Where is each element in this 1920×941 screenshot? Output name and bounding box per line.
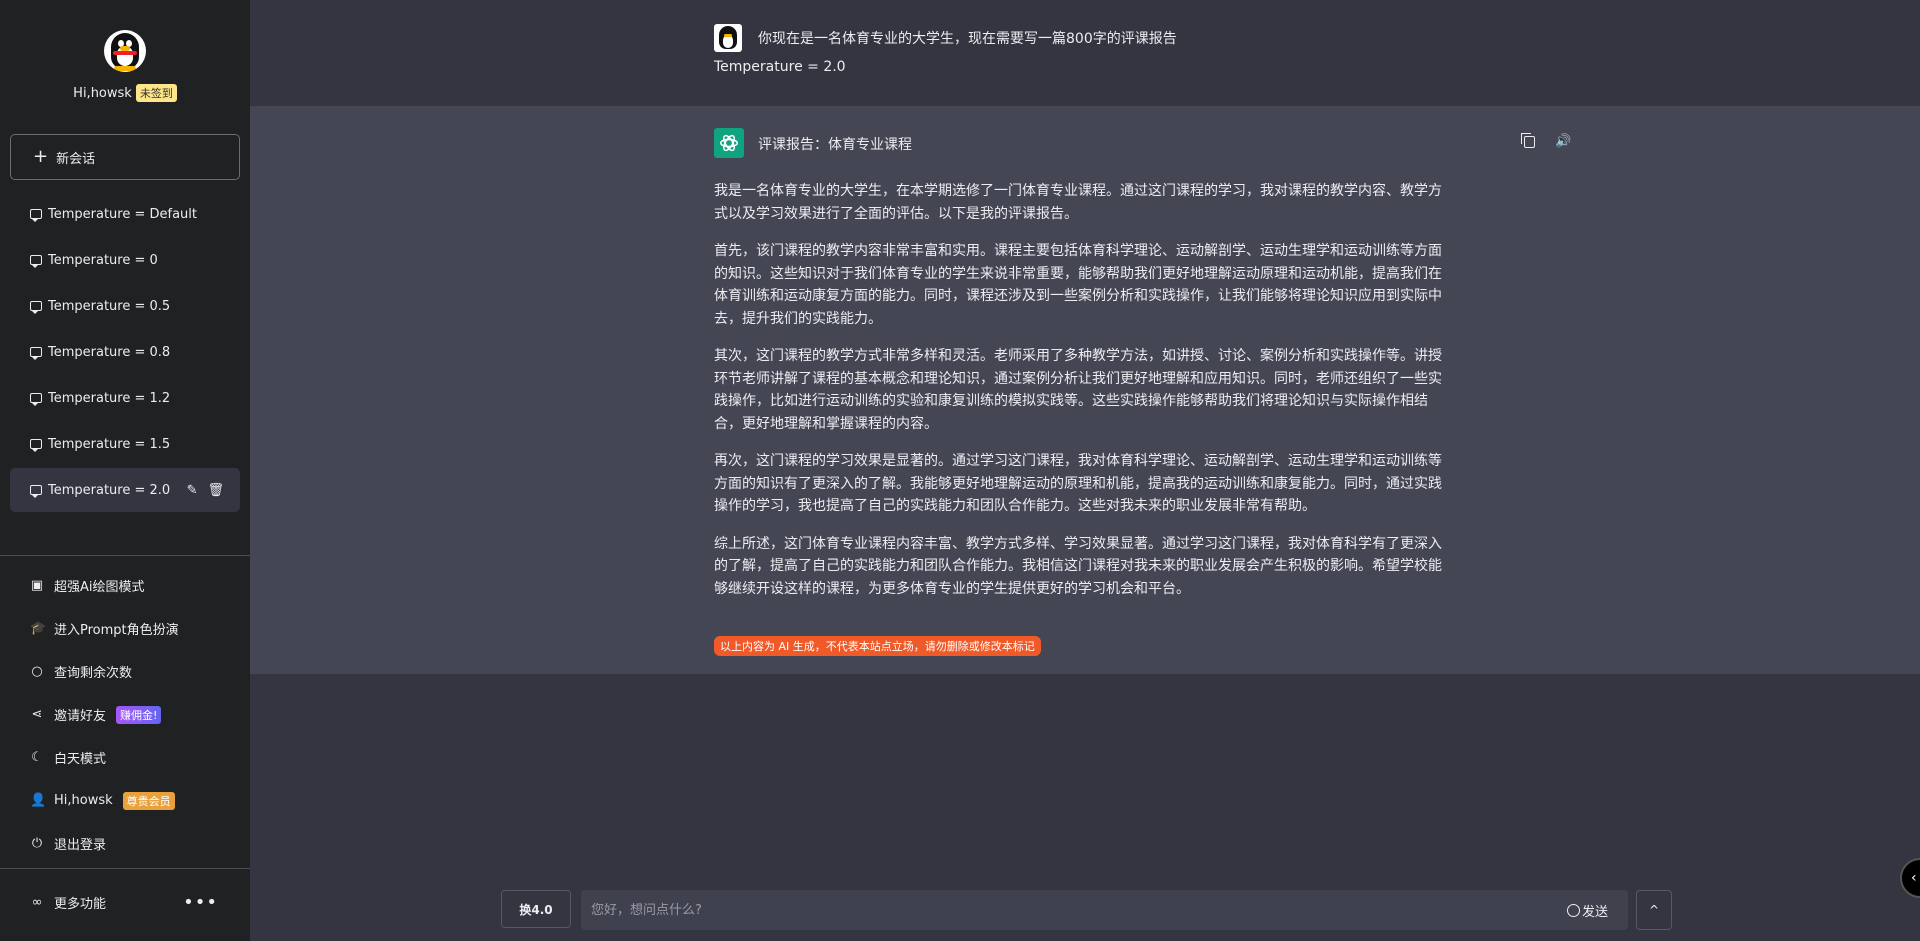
menu-label: 超强Ai绘图模式 — [54, 580, 145, 595]
sidebar: Hi,howsk 未签到 + 新会话 Temperature = Default… — [0, 0, 250, 941]
menu-item-invite[interactable]: ⋖ 邀请好友 赚佣金! — [0, 693, 250, 736]
input-bar: 换4.0 发送 ^ — [250, 890, 1920, 932]
link-icon: ∞ — [31, 894, 43, 910]
sidebar-menu: ▣ 超强Ai绘图模式 🎓 进入Prompt角色扮演 ○ 查询剩余次数 ⋖ 邀请好… — [0, 564, 250, 865]
switch-model-button[interactable]: 换4.0 — [501, 890, 571, 928]
sidebar-divider — [0, 868, 250, 869]
conversation-item[interactable]: Temperature = 1.5 — [10, 422, 240, 466]
assistant-body: 我是一名体育专业的大学生，在本学期选修了一门体育专业课程。通过这门课程的学习，我… — [714, 180, 1454, 615]
conversation-item[interactable]: Temperature = Default — [10, 192, 240, 236]
trash-icon[interactable]: 🗑 — [207, 483, 224, 498]
speaker-icon[interactable]: 🔊 — [1555, 134, 1571, 149]
avatar[interactable] — [104, 30, 146, 72]
menu-label: Hi,howsk — [54, 793, 113, 808]
assistant-paragraph: 其次，这门课程的教学方式非常多样和灵活。老师采用了多种教学方法，如讲授、讨论、案… — [714, 348, 1442, 432]
input-wrapper: 发送 — [581, 890, 1628, 930]
assistant-paragraph: 首先，该门课程的教学内容非常丰富和实用。课程主要包括体育科学理论、运动解剖学、运… — [714, 243, 1442, 327]
conversation-item[interactable]: Temperature = 0.5 — [10, 284, 240, 328]
menu-label: 查询剩余次数 — [54, 666, 133, 681]
scroll-up-button[interactable]: ^ — [1636, 890, 1672, 930]
copy-icon[interactable] — [1521, 133, 1535, 148]
send-icon — [1566, 904, 1580, 917]
share-icon: ⋖ — [31, 707, 43, 722]
conversation-label: Temperature = 1.5 — [48, 436, 171, 452]
chat-bubble-icon — [30, 439, 42, 452]
send-button[interactable]: 发送 — [1566, 901, 1608, 920]
menu-item-daymode[interactable]: ☾ 白天模式 — [0, 736, 250, 779]
conversation-label: Temperature = 0 — [48, 252, 158, 268]
conversation-label: Temperature = 0.5 — [48, 298, 171, 314]
conversation-label: Temperature = 2.0 — [48, 482, 171, 498]
menu-item-user[interactable]: 👤 Hi,howsk 尊贵会员 — [0, 779, 250, 822]
profile: Hi,howsk 未签到 — [0, 30, 250, 102]
conversation-item-active[interactable]: Temperature = 2.0 ✎ 🗑 — [10, 468, 240, 512]
chevron-up-icon: ^ — [1648, 903, 1660, 917]
new-chat-label: 新会话 — [56, 151, 96, 167]
openai-logo-icon — [714, 128, 744, 158]
conversation-item[interactable]: Temperature = 0 — [10, 238, 240, 282]
conversation-item[interactable]: Temperature = 0.8 — [10, 330, 240, 374]
menu-item-prompt[interactable]: 🎓 进入Prompt角色扮演 — [0, 607, 250, 650]
chat-input[interactable] — [591, 890, 1571, 930]
user-message: 你现在是一名体育专业的大学生，现在需要写一篇800字的评课报告 Temperat… — [250, 0, 1920, 106]
chat-bubble-icon — [30, 485, 42, 498]
conversation-actions: ✎ 🗑 — [187, 483, 224, 498]
chat-bubble-icon — [30, 347, 42, 360]
menu-label: 进入Prompt角色扮演 — [54, 623, 179, 638]
assistant-title: 评课报告：体育专业课程 — [758, 137, 912, 153]
greeting: Hi,howsk 未签到 — [0, 84, 250, 102]
moon-icon: ☾ — [31, 750, 43, 765]
more-features-button[interactable]: ∞ 更多功能 ••• — [0, 882, 250, 922]
assistant-paragraph: 综上所述，这门体育专业课程内容丰富、教学方式多样、学习效果显著。通过学习这门课程… — [714, 535, 1442, 597]
conversation-label: Temperature = 0.8 — [48, 344, 171, 360]
send-label: 发送 — [1581, 905, 1608, 920]
user-prompt-subtext: Temperature = 2.0 — [714, 59, 846, 75]
conversation-list: Temperature = Default Temperature = 0 Te… — [10, 192, 240, 514]
assistant-message: 评课报告：体育专业课程 🔊 我是一名体育专业的大学生，在本学期选修了一门体育专业… — [250, 106, 1920, 674]
message-tools: 🔊 — [1521, 133, 1571, 149]
chat-main: 你现在是一名体育专业的大学生，现在需要写一篇800字的评课报告 Temperat… — [250, 0, 1920, 941]
assistant-paragraph: 再次，这门课程的学习效果是显著的。通过学习这门课程，我对体育科学理论、运动解剖学… — [714, 453, 1442, 514]
chat-bubble-icon — [30, 393, 42, 406]
menu-item-draw[interactable]: ▣ 超强Ai绘图模式 — [0, 564, 250, 607]
plus-icon: + — [33, 146, 49, 167]
conversation-label: Temperature = Default — [48, 206, 198, 222]
checkin-badge[interactable]: 未签到 — [135, 84, 177, 102]
chat-bubble-icon — [30, 255, 42, 268]
conversation-label: Temperature = 1.2 — [48, 390, 171, 406]
new-chat-button[interactable]: + 新会话 — [10, 134, 240, 180]
menu-label: 邀请好友 — [54, 709, 107, 724]
menu-item-query[interactable]: ○ 查询剩余次数 — [0, 650, 250, 693]
user-avatar — [714, 24, 742, 52]
image-icon: ▣ — [30, 578, 44, 593]
menu-item-logout[interactable]: ⏻ 退出登录 — [0, 822, 250, 865]
greeting-text: Hi,howsk — [73, 85, 132, 101]
menu-label: 退出登录 — [54, 838, 107, 853]
more-dots-icon[interactable]: ••• — [183, 892, 218, 913]
sidebar-divider — [0, 555, 250, 556]
assistant-paragraph: 我是一名体育专业的大学生，在本学期选修了一门体育专业课程。通过这门课程的学习，我… — [714, 183, 1442, 222]
conversation-item[interactable]: Temperature = 1.2 — [10, 376, 240, 420]
search-icon: ○ — [31, 664, 43, 679]
user-icon: 👤 — [30, 793, 47, 808]
vip-badge: 尊贵会员 — [122, 791, 175, 810]
user-prompt-text: 你现在是一名体育专业的大学生，现在需要写一篇800字的评课报告 — [758, 31, 1177, 47]
menu-label: 白天模式 — [54, 752, 107, 767]
invite-badge: 赚佣金! — [116, 705, 162, 724]
chat-bubble-icon — [30, 301, 42, 314]
chevron-left-icon: ‹ — [1911, 870, 1917, 886]
edit-icon[interactable]: ✎ — [187, 483, 198, 498]
more-label: 更多功能 — [54, 896, 107, 912]
ai-disclaimer-badge: 以上内容为 AI 生成，不代表本站点立场，请勿删除或修改本标记 — [714, 636, 1041, 656]
power-icon: ⏻ — [31, 836, 43, 851]
graduation-cap-icon: 🎓 — [30, 621, 47, 636]
chat-bubble-icon — [30, 209, 42, 222]
